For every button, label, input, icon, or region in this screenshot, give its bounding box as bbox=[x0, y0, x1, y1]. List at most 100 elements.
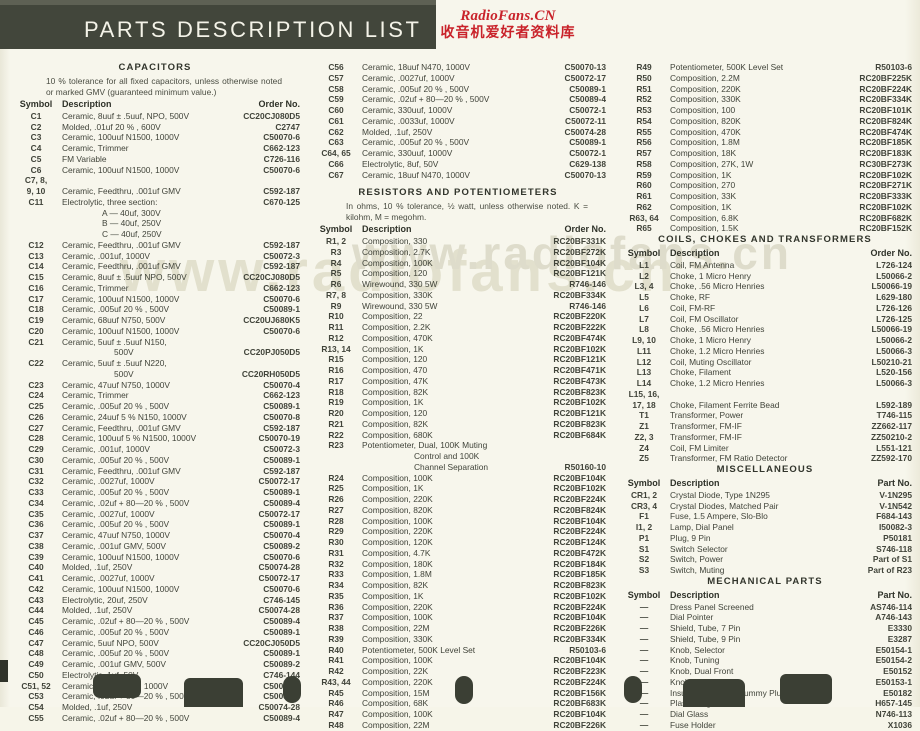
row-symbol: R48 bbox=[328, 719, 344, 730]
row-symbol: R30 bbox=[328, 537, 344, 548]
table-row: R60 Composition, 270 RC20BF271K bbox=[618, 180, 912, 191]
row-order-no: C50074-28 bbox=[564, 126, 606, 137]
row-description: Crystal Diode, Type 1N295 bbox=[670, 489, 770, 500]
table-row: C12 Ceramic, Feedthru, .001uf GMV C592-187 bbox=[10, 240, 300, 251]
row-description: Choke, Filament bbox=[670, 367, 731, 378]
row-symbol: C34 bbox=[28, 497, 44, 508]
row-order-no: R50160-10 bbox=[564, 461, 606, 472]
row-description: Composition, 27K, 1W bbox=[670, 158, 754, 169]
table-header-row: Symbol Description Order No. bbox=[310, 224, 606, 236]
row-order-no: RC20BF185K bbox=[553, 569, 606, 580]
row-description: Ceramic, 5uuf ± .5uuf N220, bbox=[62, 358, 167, 369]
table-row: C43 Electrolytic, 20uf, 250V C746-145 bbox=[10, 595, 300, 606]
row-symbol: R47 bbox=[328, 709, 344, 720]
row-order-no: L50066-3 bbox=[876, 378, 912, 388]
row-symbol bbox=[10, 218, 62, 229]
table-row: C42 Ceramic, 100uuf N1500, 1000V C50070-6 bbox=[10, 584, 300, 595]
row-order-no bbox=[849, 389, 912, 400]
table-row: C5 FM Variable C726-116 bbox=[10, 154, 300, 165]
row-order-no: L50066-3 bbox=[876, 345, 912, 356]
table-row: R48 Composition, 22M RC20BF226K bbox=[310, 720, 606, 731]
row-order-no: C50089-1 bbox=[263, 454, 300, 465]
table-row: L15, 16, bbox=[618, 389, 912, 400]
row-order-no: RC20BF824K bbox=[859, 115, 912, 126]
row-description: Ceramic, 100uuf N1500, 1000V bbox=[62, 325, 180, 336]
row-order-no: C50070-8 bbox=[263, 411, 300, 422]
row-description: Choke, 1.2 Micro Henries bbox=[670, 378, 765, 388]
row-symbol: R46 bbox=[328, 698, 344, 709]
row-symbol: — bbox=[639, 719, 649, 730]
row-description: FM Variable bbox=[62, 153, 107, 164]
row-description: Composition, 100K bbox=[362, 257, 433, 268]
bottom-artwork-blob bbox=[283, 676, 301, 703]
table-row: Control and 100K bbox=[310, 451, 606, 462]
row-description: Wirewound, 330 5W bbox=[362, 279, 438, 290]
table-row: Z4 Coil, FM Limiter L551-121 bbox=[618, 443, 912, 454]
table-coils: Symbol Description Order No. L1 Coil, FM … bbox=[618, 248, 912, 464]
col-header-symbol: Symbol bbox=[319, 224, 353, 235]
table-row: R38 Composition, 22M RC20BF226K bbox=[310, 623, 606, 634]
row-symbol: C67 bbox=[328, 169, 344, 180]
col-header-part-no: Part No. bbox=[877, 589, 912, 600]
row-description: Choke, RF bbox=[670, 292, 711, 302]
row-symbol: C5 bbox=[30, 153, 42, 164]
page-title: PARTS DESCRIPTION LIST bbox=[84, 17, 422, 42]
section-title-mechanical: MECHANICAL PARTS bbox=[707, 575, 823, 587]
row-order-no: CC20CJ050D5 bbox=[243, 637, 300, 648]
table-row: R3 Composition, 2.7K RC20BF272K bbox=[310, 247, 606, 258]
table-row: L9, 10 Choke, 1 Micro Henry L50066-2 bbox=[618, 335, 912, 346]
row-order-no: RC20BF334K bbox=[553, 633, 606, 644]
row-order-no: RC20BF334K bbox=[553, 289, 606, 300]
row-order-no: R50103-6 bbox=[875, 62, 912, 72]
row-symbol: R42 bbox=[328, 666, 344, 677]
table-row: C16 Ceramic, Trimmer C662-123 bbox=[10, 283, 300, 294]
row-order-no: C50070-6 bbox=[263, 132, 300, 143]
row-description: Ceramic, .005uf 20 % , 500V bbox=[62, 401, 170, 412]
row-description: Channel Separation bbox=[414, 461, 489, 472]
row-description: Ceramic, 100uuf N1500, 1000V bbox=[62, 132, 180, 143]
row-symbol: R43, 44 bbox=[321, 676, 351, 687]
row-description: Dial Glass bbox=[670, 709, 709, 719]
table-row: C54 Molded, .1uf, 250V C50074-28 bbox=[10, 702, 300, 713]
table-row: C14 Ceramic, Feedthru, .001uf GMV C592-187 bbox=[10, 261, 300, 272]
row-symbol: C40 bbox=[28, 562, 44, 573]
row-symbol: R1, 2 bbox=[325, 236, 347, 247]
table-row: L5 Choke, RF L629-180 bbox=[618, 292, 912, 303]
row-order-no: RC20BF121K bbox=[553, 268, 606, 279]
table-row: Z5 Transformer, FM Ratio Detector ZZ592-17… bbox=[618, 453, 912, 464]
row-order-no: C50072-3 bbox=[263, 444, 300, 455]
row-symbol: C54 bbox=[28, 702, 44, 713]
row-order-no: RC20BF474K bbox=[859, 126, 912, 137]
row-order-no: RC20BF224K bbox=[553, 526, 606, 537]
table-row: I1, 2 Lamp, Dial Panel I50082-3 bbox=[618, 522, 912, 533]
table-row: — Dial Pointer A746-143 bbox=[618, 612, 912, 623]
row-order-no: X1036 bbox=[887, 719, 912, 730]
row-description: Crystal Diodes, Matched Pair bbox=[670, 500, 779, 511]
row-description: Potentiometer, 500K Level Set bbox=[670, 62, 784, 72]
row-description: Ceramic, .0027uf, 1000V bbox=[362, 72, 455, 83]
row-description: Composition, 22M bbox=[362, 623, 430, 634]
row-order-no: C50089-1 bbox=[263, 401, 300, 412]
table-row: C51, 52Ceramic, 12uuf NPO, 1000VC50070-2 bbox=[10, 681, 300, 692]
table-row: R26 Composition, 220K RC20BF224K bbox=[310, 494, 606, 505]
row-symbol: C17 bbox=[28, 293, 44, 304]
row-symbol: R26 bbox=[328, 494, 344, 505]
row-description: Ceramic, .0027uf, 1000V bbox=[62, 476, 155, 487]
row-description: Ceramic, .001uf, 1000V bbox=[62, 250, 150, 261]
table-row: C58 Ceramic, .005uf 20 % , 500V C50089-1 bbox=[310, 84, 606, 95]
row-symbol: — bbox=[639, 644, 649, 655]
row-description: Dial Pointer bbox=[670, 612, 714, 623]
row-order-no: N746-113 bbox=[875, 709, 912, 719]
row-symbol: R53 bbox=[636, 105, 652, 115]
row-symbol: — bbox=[639, 623, 649, 633]
row-symbol bbox=[10, 369, 62, 380]
row-description: Composition, 22 bbox=[362, 311, 423, 322]
row-symbol: C47 bbox=[28, 637, 44, 648]
row-symbol: C18 bbox=[28, 304, 44, 315]
row-description: Composition, 100K bbox=[362, 612, 433, 623]
row-description: Ceramic, Trimmer bbox=[62, 143, 129, 154]
row-order-no: RC20BF682K bbox=[859, 212, 912, 223]
row-symbol: L8 bbox=[639, 324, 649, 335]
row-description: Composition, 1K bbox=[362, 483, 424, 494]
row-order-no: L50210-21 bbox=[871, 356, 912, 367]
